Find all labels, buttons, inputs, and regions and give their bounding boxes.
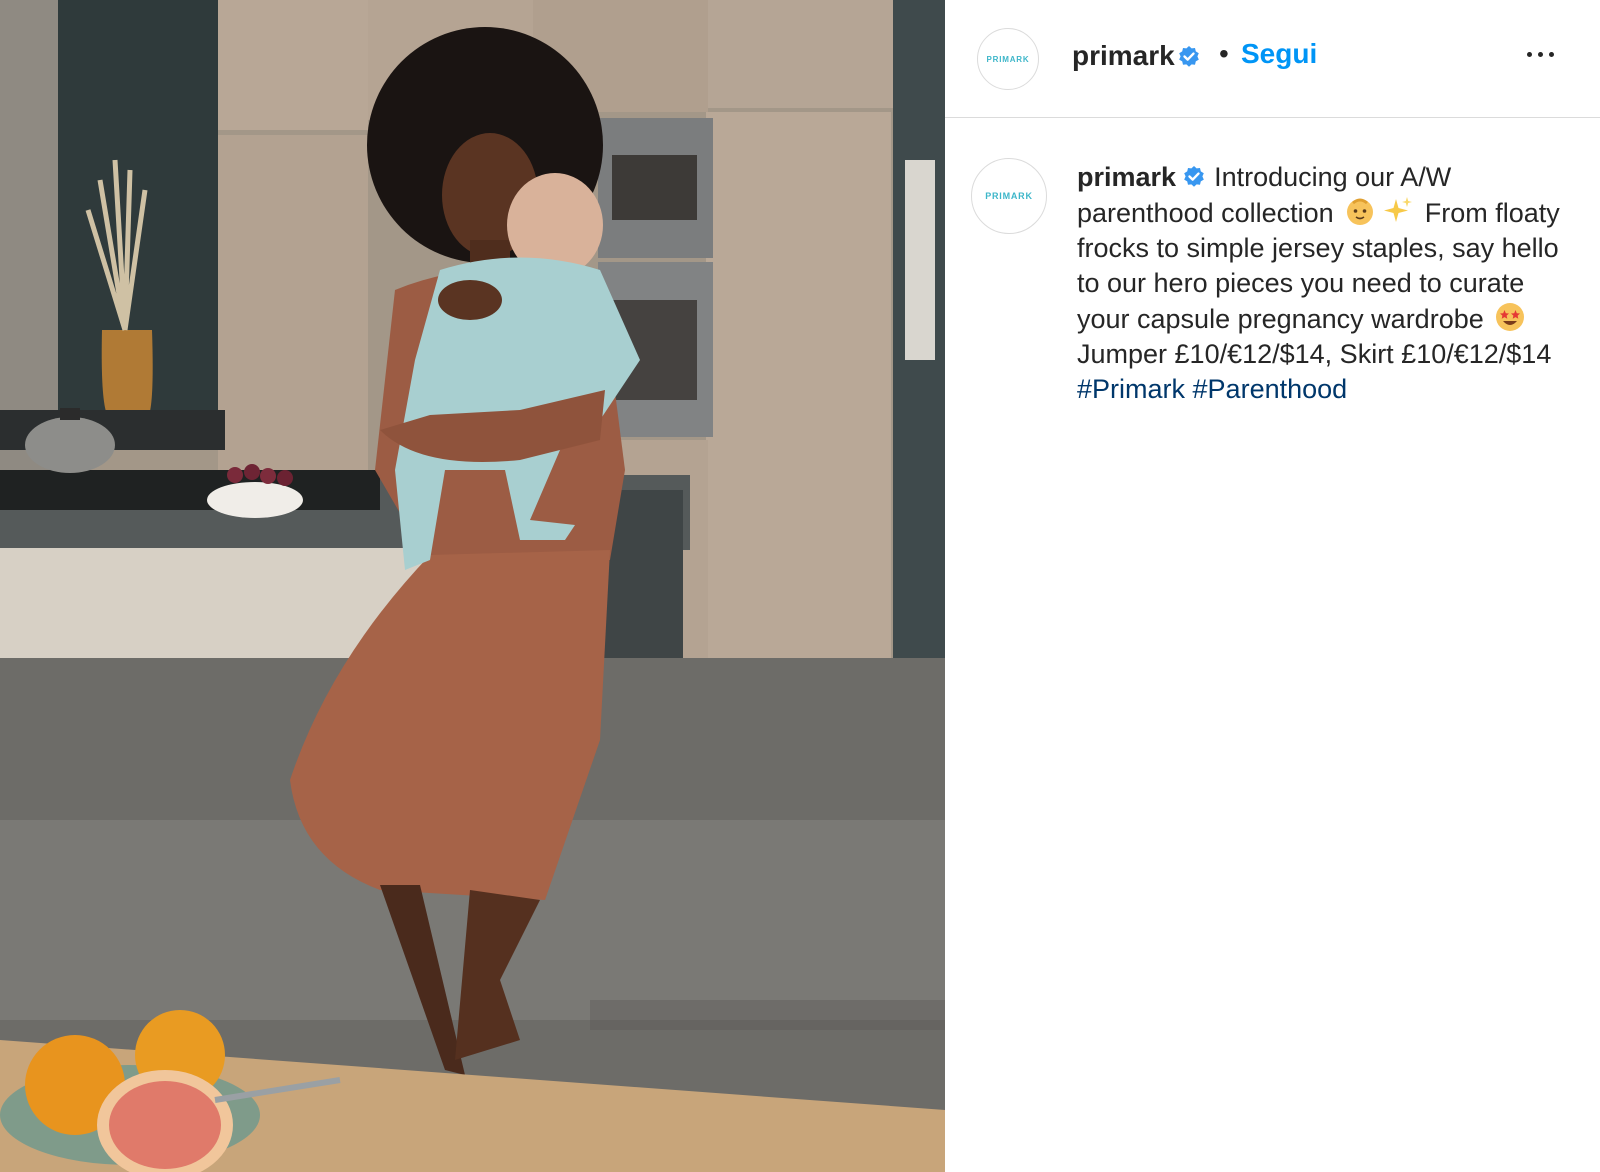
header-username-link[interactable]: primark — [1072, 40, 1175, 72]
hashtag-primark-link[interactable]: #Primark — [1077, 374, 1185, 404]
post-header: PRIMARK primark • Segui — [945, 0, 1600, 118]
post-side-panel: PRIMARK primark • Segui PRIMARK primark I… — [945, 0, 1600, 1172]
baby-emoji-icon — [1347, 198, 1374, 225]
sparkles-emoji-icon — [1384, 197, 1413, 222]
avatar-logo-text: PRIMARK — [985, 191, 1033, 201]
verified-badge-icon — [1184, 166, 1204, 187]
more-options-icon[interactable] — [1525, 46, 1557, 66]
post-image[interactable] — [0, 0, 945, 1172]
caption-username-link[interactable]: primark — [1077, 162, 1176, 192]
star-struck-emoji-icon — [1496, 303, 1525, 331]
caption-avatar[interactable]: PRIMARK — [971, 158, 1047, 234]
post-photo-illustration — [0, 0, 945, 1172]
post-caption: primark Introducing our A/W parenthood co… — [1077, 160, 1567, 407]
verified-badge-icon — [1179, 46, 1199, 67]
follow-button[interactable]: Segui — [1241, 38, 1317, 70]
avatar-logo-text: PRIMARK — [986, 54, 1030, 64]
profile-avatar[interactable]: PRIMARK — [977, 28, 1039, 90]
hashtag-parenthood-link[interactable]: #Parenthood — [1193, 374, 1348, 404]
caption-text-part3: Jumper £10/€12/$14, Skirt £10/€12/$14 — [1077, 339, 1552, 369]
header-separator-dot: • — [1219, 38, 1229, 69]
